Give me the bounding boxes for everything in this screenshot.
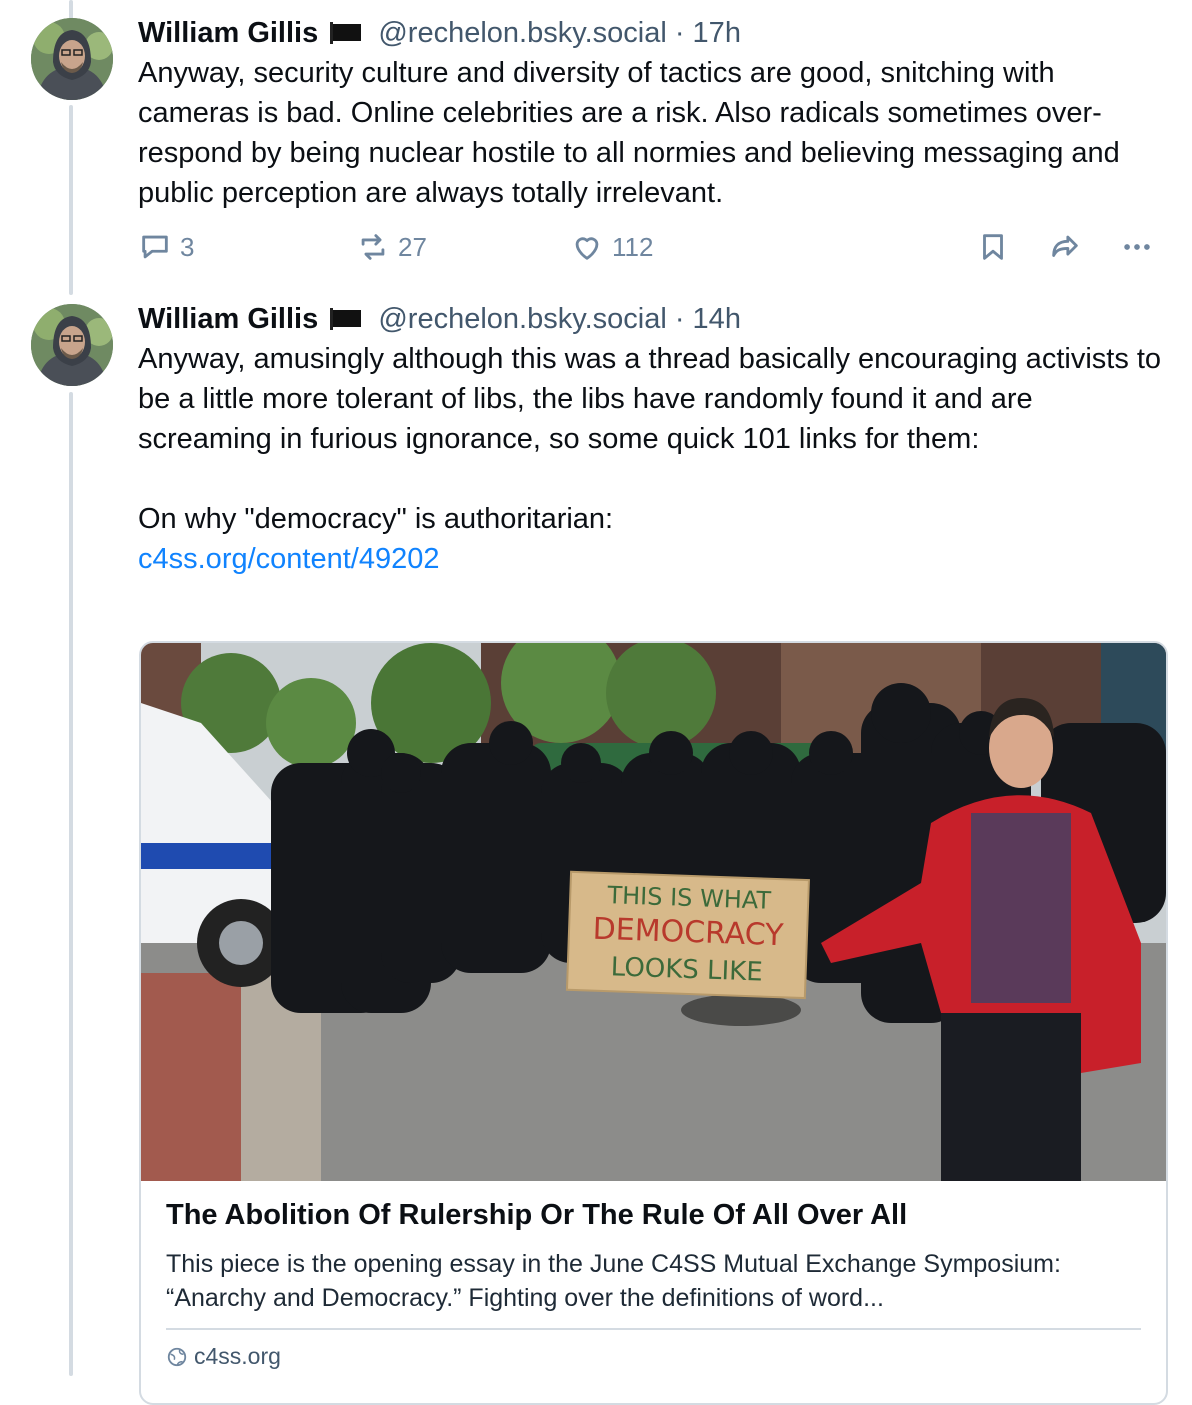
flag-icon — [330, 308, 362, 330]
share-button[interactable] — [1048, 230, 1082, 264]
reply-button[interactable]: 3 — [138, 230, 194, 264]
thread-line — [69, 0, 73, 20]
post-text: Anyway, amusingly although this was a th… — [138, 343, 1162, 535]
card-domain: c4ss.org — [166, 1343, 281, 1370]
sign-line-1: THIS IS WHAT — [606, 881, 772, 915]
bookmark-icon — [983, 234, 1003, 260]
like-button[interactable]: 112 — [570, 230, 653, 264]
flag-icon — [330, 22, 362, 44]
globe-icon — [167, 1347, 187, 1366]
link-preview-card[interactable]: THIS IS WHAT DEMOCRACY LOOKS LIKE The Ab… — [139, 641, 1168, 1405]
bookmark-button[interactable] — [976, 230, 1010, 264]
like-icon — [575, 237, 599, 260]
post-text: Anyway, security culture and diversity o… — [138, 57, 1128, 209]
author-handle[interactable]: @rechelon.bsky.social — [378, 17, 666, 49]
post[interactable]: William Gillis @rechelon.bsky.social · 1… — [138, 15, 1168, 213]
post[interactable]: William Gillis @rechelon.bsky.social · 1… — [138, 301, 1168, 579]
card-domain-text: c4ss.org — [194, 1343, 281, 1369]
post-actions: 3 27 112 — [138, 230, 1168, 270]
sign-line-2: DEMOCRACY — [592, 912, 785, 954]
repost-count: 27 — [398, 231, 427, 262]
more-button[interactable] — [1120, 230, 1154, 264]
reply-count: 3 — [180, 231, 195, 262]
author-handle[interactable]: @rechelon.bsky.social — [378, 303, 666, 335]
avatar[interactable] — [31, 18, 113, 100]
repost-icon — [361, 234, 385, 260]
more-icon — [1124, 244, 1150, 250]
post-header: William Gillis @rechelon.bsky.social · 1… — [138, 15, 1168, 51]
card-title[interactable]: The Abolition Of Rulership Or The Rule O… — [166, 1199, 907, 1232]
repost-button[interactable]: 27 — [356, 230, 427, 264]
post-header: William Gillis @rechelon.bsky.social · 1… — [138, 301, 1168, 337]
avatar[interactable] — [31, 304, 113, 386]
post-link[interactable]: c4ss.org/content/49202 — [138, 539, 1168, 579]
post-time[interactable]: · 17h — [675, 17, 741, 49]
sign-line-3: LOOKS LIKE — [610, 952, 763, 987]
post-time[interactable]: · 14h — [675, 303, 741, 335]
divider — [166, 1328, 1141, 1330]
like-count: 112 — [612, 231, 654, 262]
share-icon — [1052, 235, 1078, 257]
thread-line — [69, 392, 73, 1376]
preview-image: THIS IS WHAT DEMOCRACY LOOKS LIKE — [141, 643, 1166, 1181]
thread-line — [69, 105, 73, 295]
reply-icon — [142, 235, 168, 259]
author-name[interactable]: William Gillis — [138, 17, 318, 49]
card-description: This piece is the opening essay in the J… — [166, 1250, 1061, 1312]
author-name[interactable]: William Gillis — [138, 303, 318, 335]
